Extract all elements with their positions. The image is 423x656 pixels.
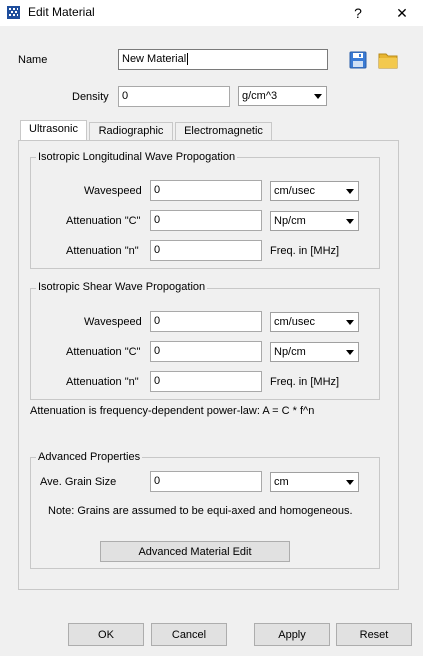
chevron-down-icon <box>346 219 354 224</box>
tab-radiographic[interactable]: Radiographic <box>89 122 173 141</box>
long-atten-n-label: Attenuation "n" <box>66 245 139 257</box>
shear-atten-c-label: Attenuation "C" <box>66 346 141 358</box>
tab-electromagnetic[interactable]: Electromagnetic <box>175 122 272 141</box>
shear-wavespeed-input[interactable]: 0 <box>150 311 262 332</box>
long-atten-c-unit-select[interactable]: Np/cm <box>270 211 359 231</box>
close-icon: ✕ <box>396 4 408 21</box>
long-wavespeed-input[interactable]: 0 <box>150 180 262 201</box>
text-caret <box>187 53 189 66</box>
longitudinal-group-title: Isotropic Longitudinal Wave Propogation <box>36 151 238 163</box>
long-atten-c-label: Attenuation "C" <box>66 215 141 227</box>
density-input[interactable]: 0 <box>118 86 230 107</box>
chevron-down-icon <box>314 94 322 99</box>
long-atten-c-unit-value: Np/cm <box>274 215 306 227</box>
name-input[interactable]: New Material <box>118 49 328 70</box>
long-atten-c-input[interactable]: 0 <box>150 210 262 231</box>
name-label: Name <box>18 54 48 66</box>
chevron-down-icon <box>346 189 354 194</box>
grain-note: Note: Grains are assumed to be equi-axed… <box>48 505 353 517</box>
long-atten-n-input[interactable]: 0 <box>150 240 262 261</box>
shear-wavespeed-unit-select[interactable]: cm/usec <box>270 312 359 332</box>
tab-ultrasonic[interactable]: Ultrasonic <box>20 120 87 141</box>
long-wavespeed-unit-select[interactable]: cm/usec <box>270 181 359 201</box>
shear-atten-c-input[interactable]: 0 <box>150 341 262 362</box>
long-freq-note: Freq. in [MHz] <box>270 245 340 257</box>
density-unit-select[interactable]: g/cm^3 <box>238 86 327 106</box>
chevron-down-icon <box>346 480 354 485</box>
attenuation-formula-note: Attenuation is frequency-dependent power… <box>30 405 315 417</box>
advanced-group-title: Advanced Properties <box>36 451 143 463</box>
window-title: Edit Material <box>28 5 95 19</box>
name-value: New Material <box>122 53 187 65</box>
save-icon[interactable] <box>349 51 367 69</box>
shear-atten-c-unit-value: Np/cm <box>274 346 306 358</box>
shear-wavespeed-unit-value: cm/usec <box>274 316 315 328</box>
density-unit-value: g/cm^3 <box>242 90 278 102</box>
chevron-down-icon <box>346 350 354 355</box>
close-button[interactable]: ✕ <box>380 0 423 26</box>
cancel-button[interactable]: Cancel <box>151 623 227 646</box>
apply-button[interactable]: Apply <box>254 623 330 646</box>
shear-atten-c-unit-select[interactable]: Np/cm <box>270 342 359 362</box>
chevron-down-icon <box>346 320 354 325</box>
shear-atten-n-label: Attenuation "n" <box>66 376 139 388</box>
reset-button[interactable]: Reset <box>336 623 412 646</box>
folder-icon[interactable] <box>378 51 398 69</box>
grain-size-label: Ave. Grain Size <box>40 476 117 488</box>
grain-size-input[interactable]: 0 <box>150 471 262 492</box>
app-icon <box>7 6 20 19</box>
shear-atten-n-input[interactable]: 0 <box>150 371 262 392</box>
grain-size-unit-select[interactable]: cm <box>270 472 359 492</box>
shear-wavespeed-label: Wavespeed <box>84 316 142 328</box>
ok-button[interactable]: OK <box>68 623 144 646</box>
density-label: Density <box>72 91 109 103</box>
long-wavespeed-label: Wavespeed <box>84 185 142 197</box>
grain-size-unit-value: cm <box>274 476 289 488</box>
long-wavespeed-unit-value: cm/usec <box>274 185 315 197</box>
shear-freq-note: Freq. in [MHz] <box>270 376 340 388</box>
help-icon: ? <box>354 5 362 21</box>
advanced-material-edit-button[interactable]: Advanced Material Edit <box>100 541 290 562</box>
help-button[interactable]: ? <box>336 0 380 26</box>
shear-group-title: Isotropic Shear Wave Propogation <box>36 281 208 293</box>
